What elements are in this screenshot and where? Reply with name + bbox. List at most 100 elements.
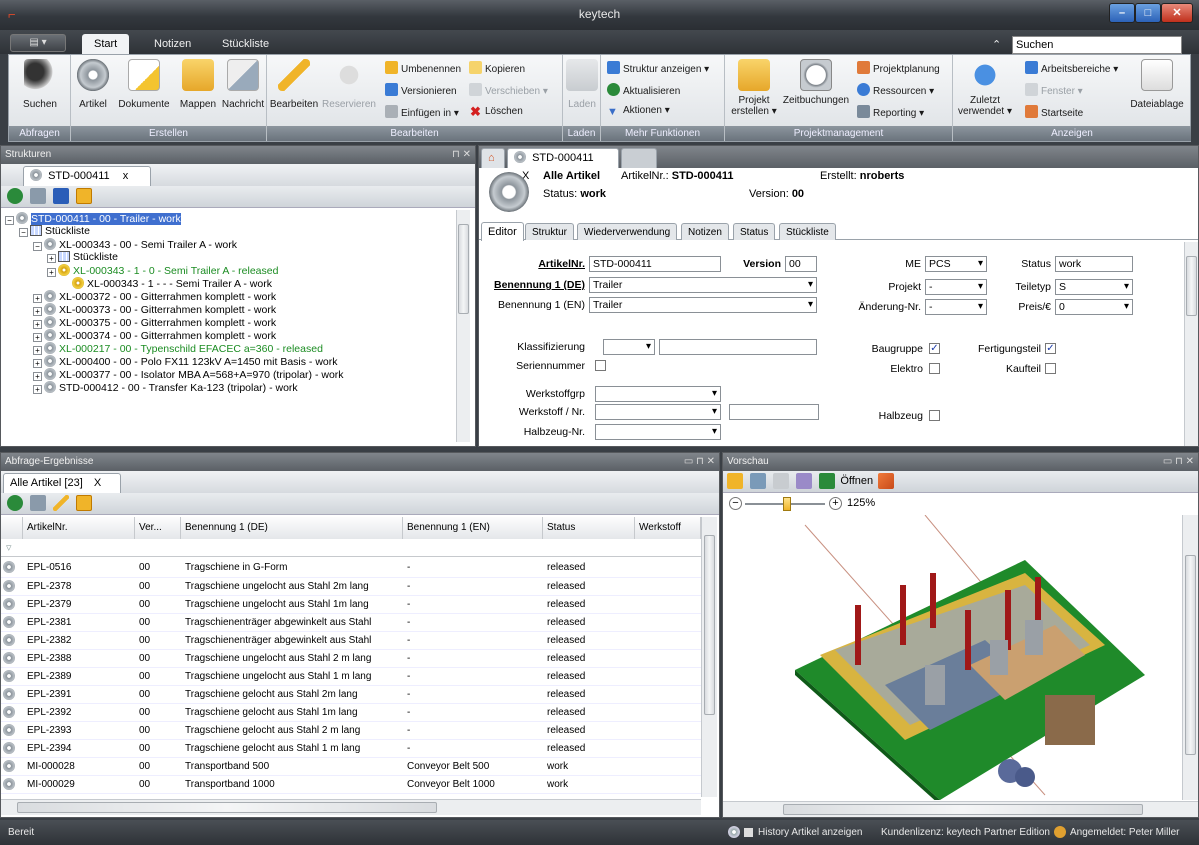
- tab-detail-std-000411[interactable]: STD-000411 X: [507, 148, 619, 182]
- expand-toggle-icon[interactable]: +: [33, 307, 42, 316]
- expand-toggle-icon[interactable]: −: [5, 216, 14, 225]
- panel-pin-close-icon[interactable]: ▭ ⊓ ✕: [1163, 453, 1194, 471]
- expand-toggle-icon[interactable]: −: [19, 228, 28, 237]
- table-row[interactable]: MI-000029 00 Transportband 1000 Conveyor Be…: [1, 775, 701, 794]
- versionieren-button[interactable]: Versionieren: [385, 83, 457, 97]
- fenster-button[interactable]: Fenster ▾: [1025, 83, 1083, 97]
- table-row[interactable]: EPL-2394 00 Tragschiene gelocht aus Stahl …: [1, 739, 701, 758]
- table-row[interactable]: EPL-2389 00 Tragschiene ungelocht aus Stah…: [1, 667, 701, 686]
- app-menu-button[interactable]: ▤ ▾: [10, 34, 66, 52]
- projekt-field[interactable]: -: [925, 279, 987, 295]
- tree-node[interactable]: + XL-000377 - 00 - Isolator MBA A=568+A=9…: [5, 368, 455, 381]
- expand-toggle-icon[interactable]: +: [33, 372, 42, 381]
- table-row[interactable]: EPL-2393 00 Tragschiene gelocht aus Stahl …: [1, 721, 701, 740]
- werkstoff-field[interactable]: [595, 404, 721, 420]
- zeitbuchungen-button[interactable]: Zeitbuchungen: [781, 59, 851, 106]
- ressourcen-button[interactable]: Ressourcen ▾: [857, 83, 934, 97]
- loeschen-button[interactable]: ✖ Löschen: [469, 105, 523, 118]
- image-icon[interactable]: [750, 473, 767, 489]
- halbzeug-nr-field[interactable]: [595, 424, 721, 440]
- elektro-checkbox[interactable]: [929, 363, 940, 374]
- artikel-button[interactable]: Artikel: [75, 59, 111, 110]
- laden-button[interactable]: Laden: [566, 59, 598, 110]
- tree-scroll-thumb[interactable]: [458, 224, 469, 314]
- expand-toggle-icon[interactable]: +: [33, 333, 42, 342]
- zuletzt-verwendet-button[interactable]: Zuletzt verwendet ▾: [955, 59, 1015, 117]
- projektplanung-button[interactable]: Projektplanung: [857, 61, 940, 75]
- col-ben-en[interactable]: Benennung 1 (EN): [403, 517, 543, 539]
- dokumente-button[interactable]: Dokumente: [113, 59, 175, 110]
- version-field[interactable]: 00: [785, 256, 817, 272]
- editor-scrollbar[interactable]: [1184, 242, 1198, 446]
- zoom-slider-thumb[interactable]: [783, 497, 791, 511]
- status-field[interactable]: work: [1055, 256, 1133, 272]
- results-hscrollbar[interactable]: [1, 799, 701, 815]
- einfuegen-button[interactable]: Einfügen in ▾: [385, 105, 459, 119]
- expand-toggle-icon[interactable]: +: [33, 359, 42, 368]
- startseite-button[interactable]: Startseite: [1025, 105, 1083, 119]
- ribbon-collapse-icon[interactable]: ⌃: [992, 38, 1001, 51]
- table-row[interactable]: EPL-2392 00 Tragschiene gelocht aus Stahl …: [1, 703, 701, 722]
- tree-node[interactable]: + XL-000374 - 00 - Gitterrahmen komplett …: [5, 329, 455, 342]
- filter-row[interactable]: ▿: [1, 539, 701, 557]
- tree-node[interactable]: + XL-000375 - 00 - Gitterrahmen komplett …: [5, 316, 455, 329]
- tree-node[interactable]: + XL-000343 - 1 - 0 - Semi Trailer A - re…: [5, 264, 455, 277]
- minimize-button[interactable]: –: [1109, 3, 1135, 23]
- tree-node[interactable]: + STD-000412 - 00 - Transfer Ka-123 (trip…: [5, 381, 455, 394]
- preview-vscroll-thumb[interactable]: [1185, 555, 1196, 755]
- tab-notizen[interactable]: Notizen: [142, 34, 203, 54]
- preview-canvas[interactable]: [725, 515, 1180, 800]
- werkstoffgrp-field[interactable]: [595, 386, 721, 402]
- tree-node[interactable]: − XL-000343 - 00 - Semi Trailer A - work: [5, 238, 455, 251]
- editor-scroll-thumb[interactable]: [1186, 256, 1197, 316]
- subtab-notizen[interactable]: Notizen: [681, 223, 729, 240]
- col-status[interactable]: Status: [543, 517, 635, 539]
- aenderung-field[interactable]: -: [925, 299, 987, 315]
- edit-view-icon[interactable]: [796, 473, 813, 489]
- col-artikelnr[interactable]: ArtikelNr.: [23, 517, 135, 539]
- filter-icon[interactable]: [30, 188, 47, 204]
- expand-toggle-icon[interactable]: −: [33, 242, 42, 251]
- preis-field[interactable]: 0: [1055, 299, 1133, 315]
- zoom-in-button[interactable]: +: [829, 497, 842, 510]
- ben-de-field[interactable]: Trailer: [589, 277, 817, 293]
- close-tab-icon[interactable]: X: [94, 477, 101, 489]
- projekt-erstellen-button[interactable]: Projekt erstellen ▾: [729, 59, 779, 117]
- results-hscroll-thumb[interactable]: [17, 802, 437, 813]
- tree-node[interactable]: + XL-000373 - 00 - Gitterrahmen komplett …: [5, 303, 455, 316]
- tree-node[interactable]: + Stückliste: [5, 251, 455, 264]
- subtab-struktur[interactable]: Struktur: [525, 223, 575, 240]
- expand-toggle-icon[interactable]: +: [47, 268, 56, 277]
- zoom-out-button[interactable]: −: [729, 497, 742, 510]
- table-row[interactable]: EPL-0516 00 Tragschiene in G-Form - released: [1, 559, 701, 578]
- panel-pin-close-icon[interactable]: ▭ ⊓ ✕: [684, 453, 715, 471]
- oeffnen-button[interactable]: Öffnen: [840, 475, 873, 487]
- pencil-icon[interactable]: [53, 495, 70, 511]
- tree-node[interactable]: − STD-000411 - 00 - Trailer - work: [5, 212, 455, 225]
- fertigungsteil-checkbox[interactable]: ✓: [1045, 343, 1056, 354]
- halbzeug-checkbox[interactable]: [929, 410, 940, 421]
- reporting-button[interactable]: Reporting ▾: [857, 105, 924, 119]
- expand-toggle-icon[interactable]: +: [33, 320, 42, 329]
- col-werkstoff[interactable]: Werkstoff: [635, 517, 701, 539]
- table-row[interactable]: EPL-2378 00 Tragschiene ungelocht aus Stah…: [1, 577, 701, 596]
- table-row[interactable]: MI-000028 00 Transportband 500 Conveyor Bel…: [1, 757, 701, 776]
- seriennummer-checkbox[interactable]: [595, 360, 606, 371]
- subtab-status[interactable]: Status: [733, 223, 776, 240]
- suchen-button[interactable]: Suchen: [13, 59, 67, 110]
- tree-scrollbar[interactable]: [456, 210, 470, 442]
- col-ben-de[interactable]: Benennung 1 (DE): [181, 517, 403, 539]
- table-row[interactable]: EPL-2388 00 Tragschiene ungelocht aus Stah…: [1, 649, 701, 668]
- refresh-icon[interactable]: [7, 495, 23, 511]
- mappen-button[interactable]: Mappen: [177, 59, 219, 110]
- search-input[interactable]: Suchen: [1012, 36, 1182, 54]
- aktionen-button[interactable]: ▼ Aktionen ▾: [607, 105, 670, 119]
- preview-vscrollbar[interactable]: [1182, 515, 1198, 800]
- refresh-icon[interactable]: [7, 188, 23, 204]
- subtab-wiederverwendung[interactable]: Wiederverwendung: [577, 223, 678, 240]
- artikelnr-field[interactable]: STD-000411: [589, 256, 721, 272]
- maximize-button[interactable]: □: [1135, 3, 1161, 23]
- panel-pin-close-icon[interactable]: ⊓ ✕: [452, 146, 471, 164]
- export-icon[interactable]: [76, 495, 93, 511]
- table-row[interactable]: EPL-2379 00 Tragschiene ungelocht aus Stah…: [1, 595, 701, 614]
